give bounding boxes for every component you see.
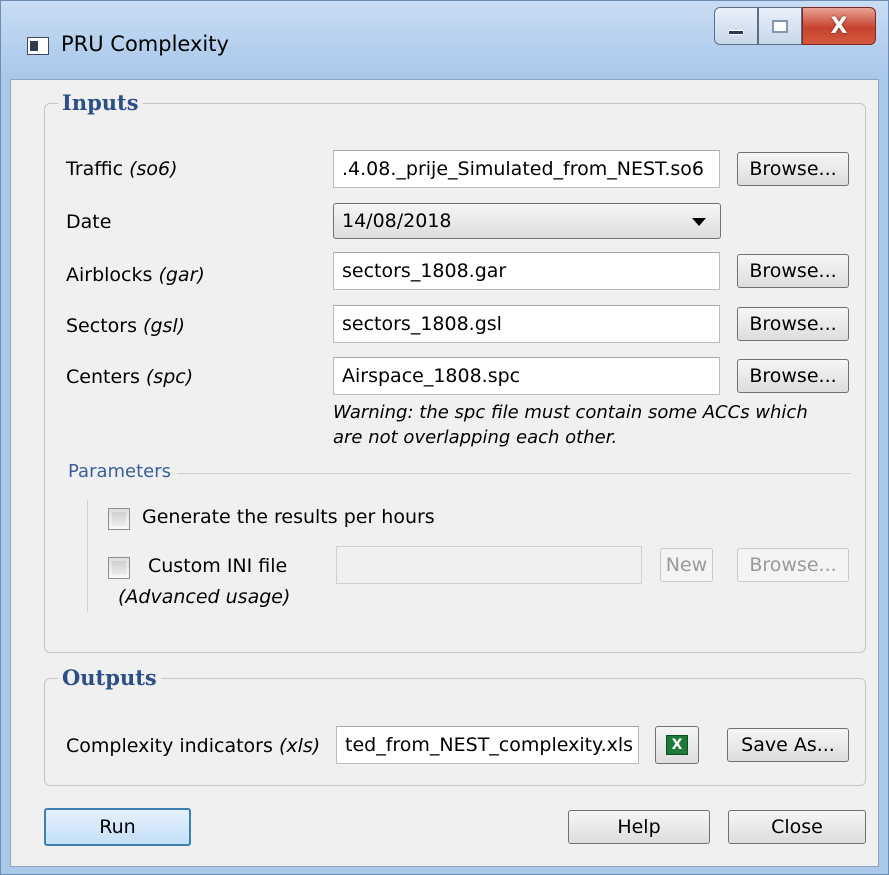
custom-ini-checkbox[interactable] bbox=[108, 557, 130, 579]
centers-label: Centers (spc) bbox=[66, 366, 194, 388]
sectors-browse-button[interactable]: Browse... bbox=[737, 307, 849, 341]
open-excel-button[interactable]: X bbox=[655, 726, 699, 764]
minimize-button[interactable] bbox=[714, 7, 758, 45]
airblocks-label: Airblocks (gar) bbox=[66, 264, 205, 286]
traffic-label: Traffic (so6) bbox=[66, 158, 178, 180]
outputs-group-title: Outputs bbox=[58, 665, 161, 690]
minimize-icon bbox=[728, 29, 744, 35]
ini-browse-button[interactable]: Browse... bbox=[737, 548, 849, 582]
complexity-output-input[interactable]: ted_from_NEST_complexity.xls bbox=[336, 726, 639, 764]
traffic-hint: (so6) bbox=[129, 158, 178, 180]
airblocks-browse-button[interactable]: Browse... bbox=[737, 254, 849, 288]
new-ini-button[interactable]: New bbox=[660, 548, 713, 582]
close-icon: X bbox=[830, 13, 848, 39]
date-dropdown[interactable]: 14/08/2018 bbox=[333, 203, 721, 239]
window-controls: X bbox=[714, 7, 876, 45]
per-hours-checkbox[interactable] bbox=[108, 508, 130, 530]
parameters-vertical-line bbox=[87, 500, 88, 612]
excel-icon: X bbox=[666, 735, 688, 755]
date-value: 14/08/2018 bbox=[342, 210, 452, 232]
centers-hint: (spc) bbox=[145, 366, 194, 388]
complexity-label: Complexity indicators (xls) bbox=[66, 735, 321, 757]
maximize-button[interactable] bbox=[758, 7, 802, 45]
custom-ini-input[interactable] bbox=[336, 546, 642, 584]
spc-warning-text: Warning: the spc file must contain some … bbox=[333, 402, 808, 448]
traffic-input[interactable]: .4.08._prije_Simulated_from_NEST.so6 bbox=[333, 150, 720, 188]
centers-input[interactable]: Airspace_1808.spc bbox=[333, 357, 720, 395]
close-window-button[interactable]: X bbox=[802, 7, 876, 45]
chevron-down-icon bbox=[692, 218, 706, 226]
custom-ini-label[interactable]: Custom INI file bbox=[148, 555, 287, 577]
airblocks-input[interactable]: sectors_1808.gar bbox=[333, 252, 720, 290]
traffic-browse-button[interactable]: Browse... bbox=[737, 152, 849, 186]
sectors-label: Sectors (gsl) bbox=[66, 315, 186, 337]
centers-browse-button[interactable]: Browse... bbox=[737, 359, 849, 393]
maximize-icon bbox=[772, 19, 788, 33]
window-title: PRU Complexity bbox=[61, 32, 229, 56]
date-label: Date bbox=[66, 211, 112, 233]
parameters-title: Parameters bbox=[68, 461, 178, 482]
help-button[interactable]: Help bbox=[568, 810, 710, 844]
dialog-client-area: Inputs Traffic (so6) .4.08._prije_Simula… bbox=[10, 79, 879, 867]
airblocks-hint: (gar) bbox=[158, 264, 205, 286]
sectors-hint: (gsl) bbox=[143, 315, 186, 337]
per-hours-label[interactable]: Generate the results per hours bbox=[142, 506, 435, 528]
run-button[interactable]: Run bbox=[44, 808, 191, 846]
close-button[interactable]: Close bbox=[728, 810, 866, 844]
sectors-input[interactable]: sectors_1808.gsl bbox=[333, 305, 720, 343]
save-as-button[interactable]: Save As... bbox=[727, 728, 849, 762]
app-icon bbox=[27, 37, 49, 55]
advanced-usage-label: (Advanced usage) bbox=[118, 586, 291, 608]
complexity-hint: (xls) bbox=[278, 735, 321, 757]
parameters-divider bbox=[71, 473, 851, 474]
inputs-group-title: Inputs bbox=[58, 90, 143, 115]
application-window: PRU Complexity X Inputs Traffic (so6) .4… bbox=[0, 0, 889, 875]
title-bar[interactable]: PRU Complexity X bbox=[1, 1, 888, 79]
